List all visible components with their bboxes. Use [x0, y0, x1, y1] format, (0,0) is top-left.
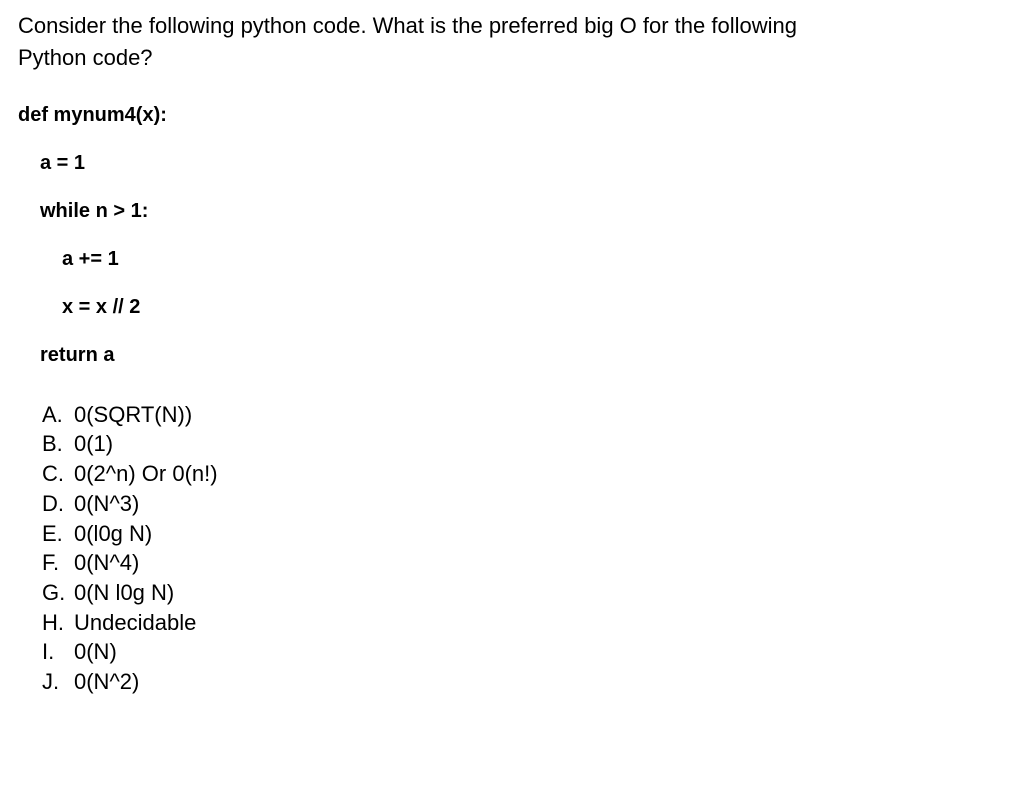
option-text: 0(N): [74, 637, 117, 667]
code-return: return a: [18, 342, 1006, 368]
option-text: 0(l0g N): [74, 519, 152, 549]
option-j[interactable]: J. 0(N^2): [42, 667, 1006, 697]
option-letter: J.: [42, 667, 74, 697]
code-while: while n > 1:: [18, 198, 1006, 224]
option-a[interactable]: A. 0(SQRT(N)): [42, 400, 1006, 430]
option-text: 0(N^3): [74, 489, 139, 519]
option-letter: E.: [42, 519, 74, 549]
question-line-2: Python code?: [18, 45, 153, 70]
question-page: Consider the following python code. What…: [0, 0, 1024, 715]
option-text: Undecidable: [74, 608, 196, 638]
option-letter: G.: [42, 578, 74, 608]
option-text: 0(N^2): [74, 667, 139, 697]
option-text: 0(2^n) Or 0(n!): [74, 459, 218, 489]
option-d[interactable]: D. 0(N^3): [42, 489, 1006, 519]
code-def: def mynum4(x):: [18, 102, 1006, 128]
question-line-1: Consider the following python code. What…: [18, 13, 797, 38]
option-letter: A.: [42, 400, 74, 430]
option-g[interactable]: G. 0(N l0g N): [42, 578, 1006, 608]
option-letter: I.: [42, 637, 74, 667]
answer-options: A. 0(SQRT(N)) B. 0(1) C. 0(2^n) Or 0(n!)…: [18, 400, 1006, 697]
option-e[interactable]: E. 0(l0g N): [42, 519, 1006, 549]
option-text: 0(1): [74, 429, 113, 459]
option-h[interactable]: H. Undecidable: [42, 608, 1006, 638]
option-letter: H.: [42, 608, 74, 638]
code-increment-a: a += 1: [18, 246, 1006, 272]
question-prompt: Consider the following python code. What…: [18, 10, 1006, 74]
option-letter: C.: [42, 459, 74, 489]
option-letter: D.: [42, 489, 74, 519]
option-letter: B.: [42, 429, 74, 459]
code-halve-x: x = x // 2: [18, 294, 1006, 320]
option-letter: F.: [42, 548, 74, 578]
option-text: 0(N^4): [74, 548, 139, 578]
option-f[interactable]: F. 0(N^4): [42, 548, 1006, 578]
code-assign-a: a = 1: [18, 150, 1006, 176]
option-i[interactable]: I. 0(N): [42, 637, 1006, 667]
option-b[interactable]: B. 0(1): [42, 429, 1006, 459]
option-text: 0(N l0g N): [74, 578, 174, 608]
option-text: 0(SQRT(N)): [74, 400, 192, 430]
option-c[interactable]: C. 0(2^n) Or 0(n!): [42, 459, 1006, 489]
code-block: def mynum4(x): a = 1 while n > 1: a += 1…: [18, 102, 1006, 368]
